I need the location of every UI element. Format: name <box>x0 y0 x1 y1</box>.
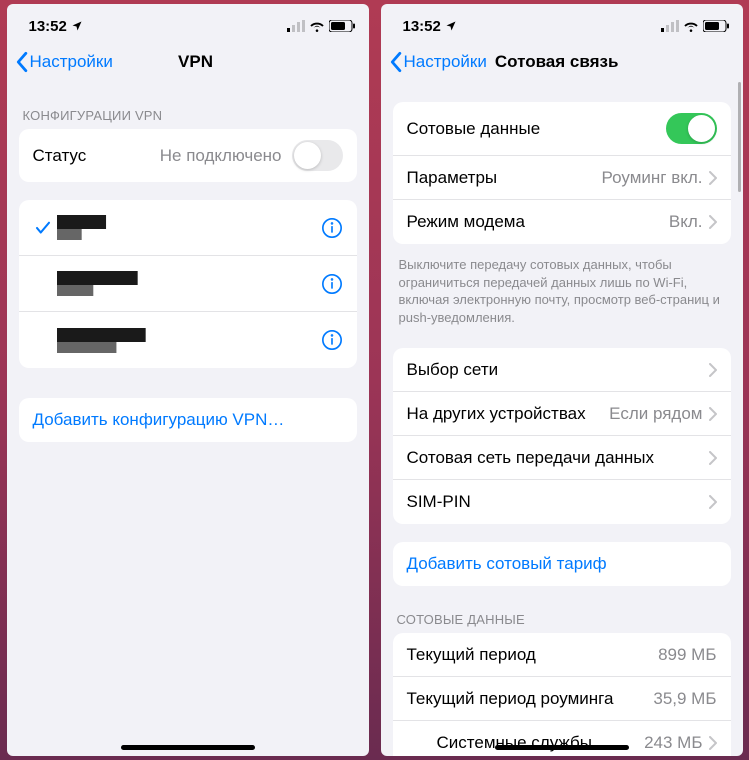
page-title: Сотовая связь <box>495 52 619 72</box>
chevron-right-icon <box>709 215 717 229</box>
signal-icon <box>661 20 679 32</box>
cellular-group: Сотовые данные Параметры Роуминг вкл. Ре… <box>393 102 731 244</box>
chevron-right-icon <box>709 171 717 185</box>
params-row[interactable]: Параметры Роуминг вкл. <box>393 156 731 200</box>
vpn-sub: ██████ <box>57 285 321 296</box>
vpn-name: ███████████ <box>57 328 321 342</box>
current-period-value: 899 МБ <box>658 645 716 665</box>
status-group: Статус Не подключено <box>19 129 357 182</box>
vpn-config-group: ██████ ████ ██████████ ██████ ██████████… <box>19 200 357 368</box>
wifi-icon <box>683 20 699 32</box>
phone-left: 13:52 Настройки VPN КОНФИГУРАЦИИ VPN Ста… <box>7 4 369 756</box>
back-label: Настройки <box>404 52 487 72</box>
add-vpn-button[interactable]: Добавить конфигурацию VPN… <box>19 398 357 442</box>
current-period-row[interactable]: Текущий период 899 МБ <box>393 633 731 677</box>
chevron-right-icon <box>709 363 717 377</box>
signal-icon <box>287 20 305 32</box>
vpn-name: ██████████ <box>57 271 321 285</box>
add-plan-group: Добавить сотовый тариф <box>393 542 731 586</box>
battery-icon <box>703 20 729 32</box>
phone-right: 13:52 Настройки Сотовая связь Сотовые да… <box>381 4 743 756</box>
status-bar: 13:52 <box>381 4 743 40</box>
hotspot-row[interactable]: Режим модема Вкл. <box>393 200 731 244</box>
scrollbar[interactable] <box>738 82 741 192</box>
other-devices-label: На других устройствах <box>407 404 610 424</box>
vpn-config-item[interactable]: ██████ ████ <box>19 200 357 256</box>
location-icon <box>445 20 457 32</box>
cellular-data-toggle[interactable] <box>666 113 717 144</box>
roaming-period-value: 35,9 МБ <box>653 689 716 709</box>
sim-pin-row[interactable]: SIM-PIN <box>393 480 731 524</box>
chevron-right-icon <box>709 407 717 421</box>
vpn-config-item[interactable]: ███████████ ██████████ <box>19 312 357 368</box>
status-value: Не подключено <box>160 146 282 166</box>
section-header-configs: КОНФИГУРАЦИИ VPN <box>7 84 369 129</box>
cellular-footer: Выключите передачу сотовых данных, чтобы… <box>381 250 743 326</box>
roaming-period-row[interactable]: Текущий период роуминга 35,9 МБ <box>393 677 731 721</box>
cellular-data-row: Сотовые данные <box>393 102 731 156</box>
home-indicator[interactable] <box>121 745 255 750</box>
network-group: Выбор сети На других устройствах Если ря… <box>393 348 731 524</box>
content: Сотовые данные Параметры Роуминг вкл. Ре… <box>381 84 743 756</box>
params-value: Роуминг вкл. <box>602 168 703 188</box>
vpn-sub: ████ <box>57 229 321 240</box>
hotspot-label: Режим модема <box>407 212 669 232</box>
status-row: Статус Не подключено <box>19 129 357 182</box>
cellular-data-label: Сотовые данные <box>407 119 666 139</box>
section-header-usage: СОТОВЫЕ ДАННЫЕ <box>381 604 743 633</box>
other-devices-row[interactable]: На других устройствах Если рядом <box>393 392 731 436</box>
checkmark-icon <box>29 219 57 237</box>
vpn-name: ██████ <box>57 215 321 229</box>
current-period-label: Текущий период <box>407 645 659 665</box>
status-bar: 13:52 <box>7 4 369 40</box>
status-time: 13:52 <box>403 18 441 35</box>
vpn-config-item[interactable]: ██████████ ██████ <box>19 256 357 312</box>
back-button[interactable]: Настройки <box>389 51 487 73</box>
info-icon[interactable] <box>321 273 343 295</box>
info-icon[interactable] <box>321 217 343 239</box>
chevron-right-icon <box>709 736 717 750</box>
battery-icon <box>329 20 355 32</box>
wifi-icon <box>309 20 325 32</box>
chevron-left-icon <box>389 51 402 73</box>
apn-row[interactable]: Сотовая сеть передачи данных <box>393 436 731 480</box>
usage-group: Текущий период 899 МБ Текущий период роу… <box>393 633 731 756</box>
home-indicator[interactable] <box>495 745 629 750</box>
back-label: Настройки <box>30 52 113 72</box>
network-label: Выбор сети <box>407 360 703 380</box>
info-icon[interactable] <box>321 329 343 351</box>
system-services-value: 243 МБ <box>644 733 702 753</box>
chevron-right-icon <box>709 451 717 465</box>
network-row[interactable]: Выбор сети <box>393 348 731 392</box>
system-services-row[interactable]: Системные службы 243 МБ <box>393 721 731 756</box>
status-time: 13:52 <box>29 18 67 35</box>
add-vpn-label: Добавить конфигурацию VPN… <box>33 410 285 430</box>
page-title: VPN <box>178 52 213 72</box>
add-config-group: Добавить конфигурацию VPN… <box>19 398 357 442</box>
content: КОНФИГУРАЦИИ VPN Статус Не подключено ██… <box>7 84 369 756</box>
chevron-right-icon <box>709 495 717 509</box>
nav-bar: Настройки Сотовая связь <box>381 40 743 84</box>
apn-label: Сотовая сеть передачи данных <box>407 448 703 468</box>
location-icon <box>71 20 83 32</box>
params-label: Параметры <box>407 168 602 188</box>
back-button[interactable]: Настройки <box>15 51 113 73</box>
other-devices-value: Если рядом <box>609 404 702 424</box>
sim-pin-label: SIM-PIN <box>407 492 703 512</box>
add-plan-button[interactable]: Добавить сотовый тариф <box>393 542 731 586</box>
add-plan-label: Добавить сотовый тариф <box>407 554 607 574</box>
chevron-left-icon <box>15 51 28 73</box>
hotspot-value: Вкл. <box>669 212 703 232</box>
vpn-sub: ██████████ <box>57 342 321 353</box>
nav-bar: Настройки VPN <box>7 40 369 84</box>
status-toggle[interactable] <box>292 140 343 171</box>
status-label: Статус <box>33 146 160 166</box>
roaming-period-label: Текущий период роуминга <box>407 689 654 709</box>
